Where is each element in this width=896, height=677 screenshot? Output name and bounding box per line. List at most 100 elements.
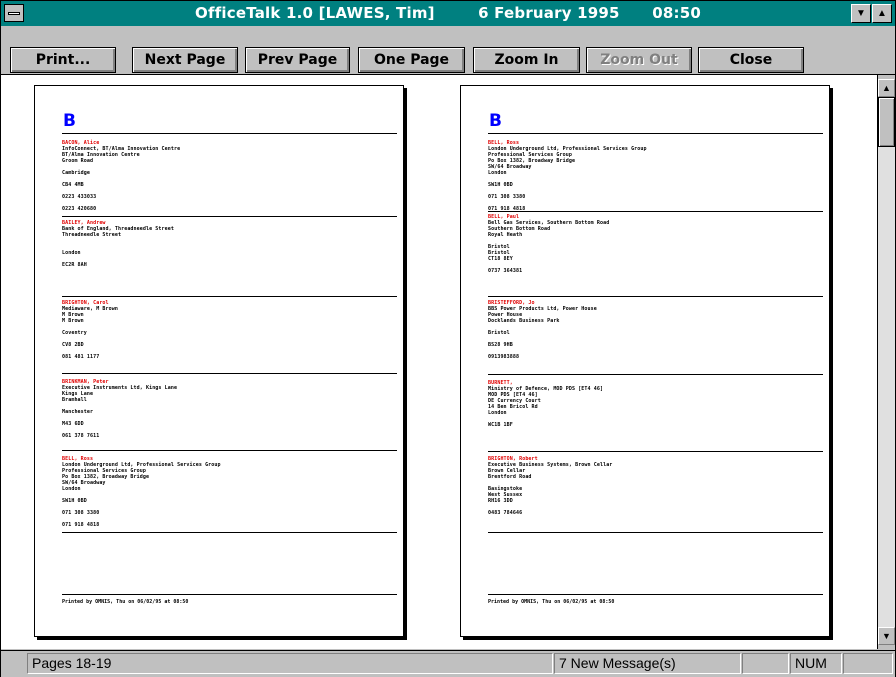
contact-line: SW1H 0BD bbox=[62, 498, 87, 504]
preview-page-left: B BACON, Alice InfoConnect, BT/Alma Inno… bbox=[34, 85, 404, 637]
contact-line: 071 308 3380 bbox=[488, 194, 526, 200]
contact-line: CV8 2BD bbox=[62, 342, 84, 348]
vertical-scrollbar[interactable]: ▲ ▼ bbox=[877, 75, 895, 649]
contact-line: London bbox=[62, 486, 81, 492]
contact-line: 071 918 4818 bbox=[62, 522, 100, 528]
contact-line: CT18 8EY bbox=[488, 256, 513, 262]
contact-line: 081 481 1177 bbox=[62, 354, 100, 360]
status-pages-text: Pages 18-19 bbox=[32, 655, 112, 671]
divider bbox=[62, 296, 397, 297]
list-item: BACON, Alice InfoConnect, BT/Alma Innova… bbox=[62, 140, 382, 212]
divider bbox=[62, 133, 397, 134]
page-letter: B bbox=[63, 111, 76, 131]
close-button[interactable]: Close bbox=[698, 47, 804, 73]
contact-line: 0913983888 bbox=[488, 354, 520, 360]
contact-line: Brentford Road bbox=[488, 474, 532, 480]
contact-line: Threadneedle Street bbox=[62, 232, 122, 238]
contact-line: 0223 420680 bbox=[62, 206, 97, 212]
app-window: OfficeTalk 1.0 [LAWES, Tim] 6 February 1… bbox=[0, 0, 896, 677]
list-item: BURNETT, Ministry of Defence, MOD PDS [E… bbox=[488, 380, 808, 428]
contact-line: Bramhall bbox=[62, 397, 87, 403]
list-item: BRIGHTON, Carol Mediaware, M Brown M Bro… bbox=[62, 300, 382, 360]
list-item: BELL, Paul Bell Gas Services, Southern B… bbox=[488, 214, 808, 274]
zoom-in-button[interactable]: Zoom In bbox=[473, 47, 580, 73]
status-pages: Pages 18-19 bbox=[27, 653, 553, 674]
contact-line: Cambridge bbox=[62, 170, 90, 176]
next-page-label: Next Page bbox=[144, 52, 226, 68]
contact-line: SW1H 0BD bbox=[488, 182, 513, 188]
status-num-text: NUM bbox=[795, 655, 827, 671]
maximize-button[interactable]: ▲ bbox=[872, 4, 892, 23]
toolbar: Print... Next Page Prev Page One Page Zo… bbox=[1, 26, 895, 75]
divider bbox=[488, 374, 823, 375]
title-date: 6 February 1995 bbox=[478, 4, 620, 22]
contact-line: M Brown bbox=[62, 318, 84, 324]
print-button[interactable]: Print... bbox=[10, 47, 116, 73]
preview-area[interactable]: B BACON, Alice InfoConnect, BT/Alma Inno… bbox=[1, 75, 877, 649]
list-item: BELL, Ross London Underground Ltd, Profe… bbox=[488, 140, 808, 212]
contact-line: 0737 364381 bbox=[488, 268, 523, 274]
contact-line: M43 6DD bbox=[62, 421, 84, 427]
contact-line: 071 308 3380 bbox=[62, 510, 100, 516]
contact-line: Royal Heath bbox=[488, 232, 523, 238]
contact-line: 061 378 7611 bbox=[62, 433, 100, 439]
contact-line: Manchester bbox=[62, 409, 94, 415]
divider bbox=[62, 532, 397, 533]
status-blank bbox=[742, 653, 789, 674]
contact-line: BS28 9HB bbox=[488, 342, 513, 348]
footer-divider bbox=[488, 594, 823, 595]
divider bbox=[62, 373, 397, 374]
contact-line: 0223 433033 bbox=[62, 194, 97, 200]
divider bbox=[488, 296, 823, 297]
scroll-up-button[interactable]: ▲ bbox=[878, 79, 895, 97]
app-title: OfficeTalk 1.0 [LAWES, Tim] bbox=[195, 4, 435, 22]
arrow-up-icon: ▲ bbox=[882, 83, 891, 93]
preview-page-right: B BELL, Ross London Underground Ltd, Pro… bbox=[460, 85, 830, 637]
one-page-label: One Page bbox=[373, 52, 450, 68]
contact-line: Coventry bbox=[62, 330, 87, 336]
minimize-button[interactable]: ▼ bbox=[851, 4, 871, 23]
arrow-down-icon: ▼ bbox=[882, 631, 891, 641]
contact-line: London bbox=[488, 170, 507, 176]
contact-line: WC1B 1BF bbox=[488, 422, 513, 428]
divider bbox=[488, 451, 823, 452]
list-item: BRISTEFFORD, Jo BBS Power Products Ltd, … bbox=[488, 300, 808, 360]
page-footer: Printed by OMNIS, Thu on 06/02/95 at 08:… bbox=[488, 599, 615, 605]
status-bar: Pages 18-19 7 New Message(s) NUM bbox=[1, 650, 895, 677]
footer-divider bbox=[62, 594, 397, 595]
zoom-out-button: Zoom Out bbox=[586, 47, 692, 73]
close-label: Close bbox=[729, 52, 773, 68]
status-num: NUM bbox=[790, 653, 842, 674]
list-item: BRINKMAN, Peter Executive Instruments Lt… bbox=[62, 379, 382, 439]
list-item: BAILEY, Andrew Bank of England, Threadne… bbox=[62, 220, 382, 268]
page-letter: B bbox=[489, 111, 502, 131]
divider bbox=[488, 532, 823, 533]
zoom-in-label: Zoom In bbox=[494, 52, 559, 68]
scroll-thumb[interactable] bbox=[878, 97, 895, 147]
window-title: OfficeTalk 1.0 [LAWES, Tim] 6 February 1… bbox=[1, 1, 895, 26]
minimize-icon: ▼ bbox=[856, 8, 866, 19]
prev-page-label: Prev Page bbox=[257, 52, 338, 68]
scroll-down-button[interactable]: ▼ bbox=[878, 627, 895, 645]
scroll-track[interactable] bbox=[878, 147, 895, 631]
next-page-button[interactable]: Next Page bbox=[132, 47, 238, 73]
status-messages-text: 7 New Message(s) bbox=[559, 655, 676, 671]
one-page-button[interactable]: One Page bbox=[358, 47, 465, 73]
prev-page-button[interactable]: Prev Page bbox=[245, 47, 350, 73]
contact-line: Docklands Business Park bbox=[488, 318, 560, 324]
contact-line: London bbox=[62, 250, 81, 256]
contact-line: EC2R 8AH bbox=[62, 262, 87, 268]
divider bbox=[488, 133, 823, 134]
list-item: BELL, Ross London Underground Ltd, Profe… bbox=[62, 456, 382, 528]
page-footer: Printed by OMNIS, Thu on 06/02/95 at 08:… bbox=[62, 599, 189, 605]
print-label: Print... bbox=[35, 52, 91, 68]
contact-line: Groom Road bbox=[62, 158, 94, 164]
divider bbox=[488, 211, 823, 212]
contact-line: CB4 4MB bbox=[62, 182, 84, 188]
list-item: BRIGHTON, Robert Executive Business Syst… bbox=[488, 456, 808, 516]
contact-line: RH16 3DD bbox=[488, 498, 513, 504]
contact-line: Bristol bbox=[488, 330, 510, 336]
status-messages[interactable]: 7 New Message(s) bbox=[554, 653, 741, 674]
title-bar[interactable]: OfficeTalk 1.0 [LAWES, Tim] 6 February 1… bbox=[1, 1, 895, 26]
divider bbox=[62, 450, 397, 451]
